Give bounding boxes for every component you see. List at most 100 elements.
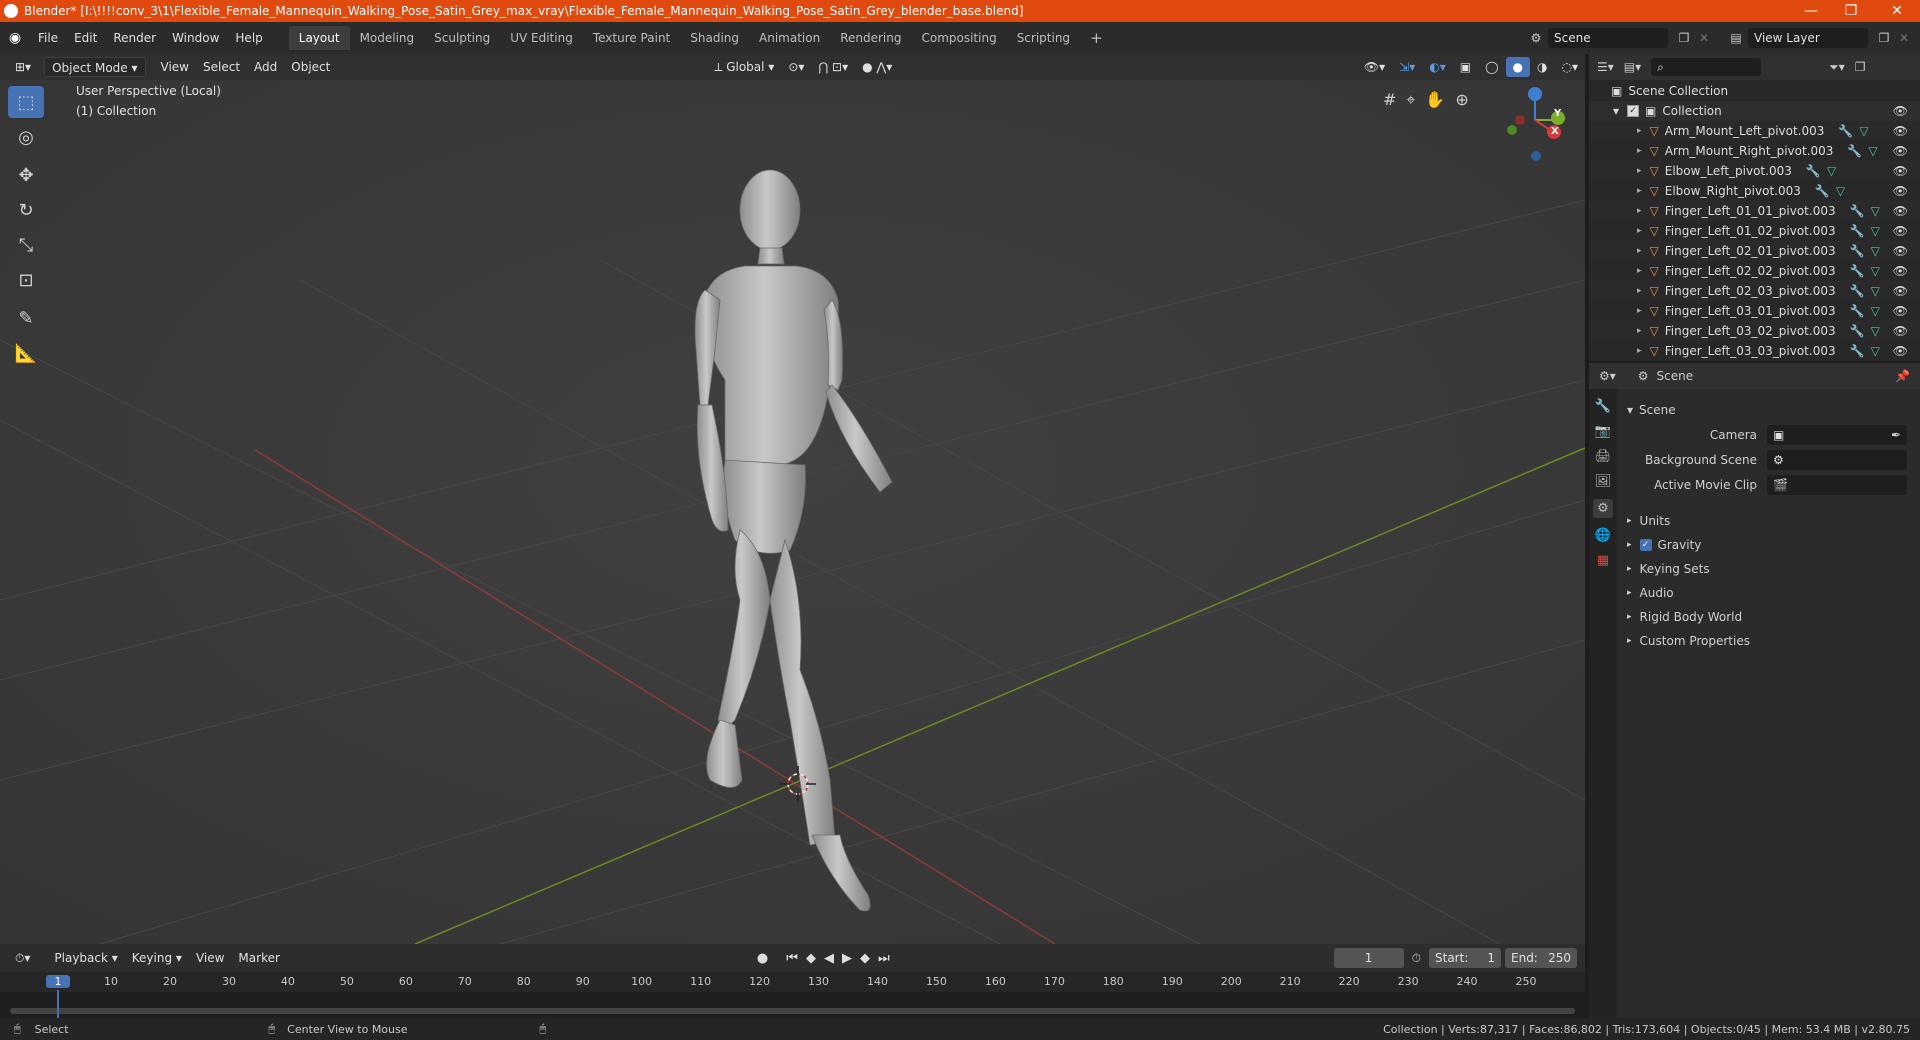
view-layer-icon[interactable]: ▤ — [1724, 31, 1748, 45]
prev-keyframe-icon[interactable]: ◆ — [806, 951, 816, 966]
modifier-wrench-icon[interactable]: 🔧 — [1850, 344, 1865, 358]
outliner-item[interactable]: ▸ ▽ Arm_Mount_Right_pivot.003 🔧 ▽ 👁 — [1589, 141, 1920, 161]
modifier-wrench-icon[interactable]: 🔧 — [1850, 204, 1865, 218]
visibility-eye-icon[interactable]: 👁 — [1893, 224, 1908, 238]
mesh-data-icon[interactable]: ▽ — [1836, 184, 1845, 198]
visibility-eye-icon[interactable]: 👁 — [1893, 184, 1908, 198]
view-layer-selector[interactable]: View Layer — [1748, 28, 1868, 48]
expand-arrow-icon[interactable]: ▸ — [1637, 346, 1642, 356]
new-collection-icon[interactable]: ❐ — [1855, 60, 1866, 74]
modifier-wrench-icon[interactable]: 🔧 — [1847, 144, 1862, 158]
properties-section[interactable]: ▸ Keying Sets — [1627, 558, 1920, 580]
transform-tool-icon[interactable]: ⊡ — [8, 264, 44, 296]
visibility-eye-icon[interactable]: 👁 — [1893, 344, 1908, 358]
menu-file[interactable]: File — [30, 27, 66, 49]
editor-type-icon[interactable]: ⊞▾ — [8, 57, 38, 77]
expand-arrow-icon[interactable]: ▸ — [1637, 206, 1642, 216]
toggle-grid-icon[interactable]: # — [1383, 90, 1396, 110]
annotate-tool-icon[interactable]: ✎ — [8, 302, 44, 334]
pin-icon[interactable]: 📌 — [1895, 369, 1910, 383]
tab-scripting[interactable]: Scripting — [1007, 26, 1080, 50]
background-scene-field[interactable]: ⚙ — [1767, 450, 1907, 470]
modifier-wrench-icon[interactable]: 🔧 — [1850, 304, 1865, 318]
outliner-item[interactable]: ▸ ▽ Finger_Left_02_02_pivot.003 🔧 ▽ 👁 — [1589, 261, 1920, 281]
modifier-wrench-icon[interactable]: 🔧 — [1806, 164, 1821, 178]
visibility-eye-icon[interactable]: 👁 — [1893, 164, 1908, 178]
tool-properties-icon[interactable]: 🔧 — [1595, 399, 1611, 414]
outliner-item[interactable]: ▸ ▽ Arm_Mount_Left_pivot.003 🔧 ▽ 👁 — [1589, 121, 1920, 141]
properties-section[interactable]: ▸ Units — [1627, 510, 1920, 532]
outliner-item[interactable]: ▸ ▽ Finger_Left_03_02_pivot.003 🔧 ▽ 👁 — [1589, 321, 1920, 341]
end-frame-field[interactable]: End: 250 — [1505, 948, 1577, 968]
scene-properties-icon[interactable]: ⚙ — [1593, 499, 1613, 518]
shading-material-icon[interactable]: ◑ — [1530, 57, 1554, 77]
scale-tool-icon[interactable]: ⤡ — [8, 229, 44, 261]
outliner-filter-icon[interactable]: ⏷▾ — [1829, 60, 1845, 75]
current-frame-field[interactable]: 1 — [1333, 948, 1404, 968]
overlay-icon[interactable]: ◐▾ — [1422, 57, 1453, 77]
jump-start-icon[interactable]: ⏮ — [786, 951, 798, 966]
mesh-data-icon[interactable]: ▽ — [1871, 204, 1880, 218]
measure-tool-icon[interactable]: 📐 — [8, 337, 44, 369]
next-keyframe-icon[interactable]: ◆ — [860, 951, 870, 966]
camera-view-icon[interactable]: ⌖ — [1406, 90, 1415, 110]
play-reverse-icon[interactable]: ◀ — [824, 951, 834, 966]
properties-section[interactable]: ▸ ✓ Gravity — [1627, 534, 1920, 556]
menu-edit[interactable]: Edit — [66, 27, 105, 49]
select-box-tool-icon[interactable]: ⬚ — [8, 86, 44, 118]
3d-viewport[interactable]: User Perspective (Local) (1) Collection … — [0, 80, 1585, 944]
rotate-tool-icon[interactable]: ↻ — [8, 194, 44, 226]
outliner-editor-type-icon[interactable]: ☰▾ — [1597, 60, 1614, 74]
shading-rendered-icon[interactable]: ◌▾ — [1555, 57, 1586, 77]
expand-arrow-icon[interactable]: ▸ — [1637, 146, 1642, 156]
expand-arrow-icon[interactable]: ▸ — [1637, 326, 1642, 336]
menu-select[interactable]: Select — [196, 57, 247, 77]
timeline-area[interactable]: 1 10 20 30 40 50 60 70 80 90 100 110 120 130 140 150 160… — [0, 972, 1585, 1018]
mesh-data-icon[interactable]: ▽ — [1871, 244, 1880, 258]
expand-arrow-icon[interactable]: ▾ — [1613, 104, 1619, 118]
modifier-wrench-icon[interactable]: 🔧 — [1838, 124, 1853, 138]
outliner-search-input[interactable]: ⌕ — [1651, 58, 1762, 76]
expand-arrow-icon[interactable]: ▸ — [1637, 166, 1642, 176]
visibility-eye-icon[interactable]: 👁 — [1893, 144, 1908, 158]
visibility-eye-icon[interactable]: 👁 — [1893, 244, 1908, 258]
view-layer-properties-icon[interactable]: 🖼 — [1595, 474, 1612, 489]
mesh-data-icon[interactable]: ▽ — [1871, 284, 1880, 298]
gravity-checkbox[interactable]: ✓ — [1639, 539, 1652, 551]
visibility-icon[interactable]: 👁▾ — [1357, 57, 1392, 77]
playhead-line[interactable] — [57, 990, 59, 1018]
zoom-icon[interactable]: ⊕ — [1455, 90, 1468, 110]
menu-view[interactable]: View — [154, 57, 196, 77]
jump-end-icon[interactable]: ⏭ — [878, 951, 890, 966]
menu-timeline-view[interactable]: View — [189, 948, 231, 968]
tab-layout[interactable]: Layout — [288, 26, 350, 50]
proportional-edit-icon[interactable]: ● ⋀▾ — [855, 57, 899, 77]
collection-checkbox[interactable]: ✓ — [1627, 105, 1640, 117]
blender-menu-icon[interactable]: ◉ — [0, 30, 30, 46]
shading-wireframe-icon[interactable]: ◯ — [1478, 57, 1505, 77]
snap-icon[interactable]: ⋂ ⊡▾ — [811, 57, 855, 77]
visibility-eye-icon[interactable]: 👁 — [1893, 304, 1908, 318]
properties-section[interactable]: ▸ Rigid Body World — [1627, 606, 1920, 628]
menu-render[interactable]: Render — [105, 27, 164, 49]
tab-texture-paint[interactable]: Texture Paint — [583, 26, 680, 50]
menu-keying[interactable]: Keying ▾ — [125, 948, 189, 968]
tab-sculpting[interactable]: Sculpting — [424, 26, 500, 50]
modifier-wrench-icon[interactable]: 🔧 — [1850, 264, 1865, 278]
visibility-eye-icon[interactable]: 👁 — [1893, 284, 1908, 298]
orientation-selector[interactable]: ⟂ Global ▾ — [707, 57, 781, 77]
outliner-scene-collection[interactable]: ▣ Scene Collection — [1589, 81, 1920, 101]
expand-arrow-icon[interactable]: ▸ — [1637, 306, 1642, 316]
expand-arrow-icon[interactable]: ▸ — [1637, 126, 1642, 136]
tab-compositing[interactable]: Compositing — [911, 26, 1006, 50]
tab-shading[interactable]: Shading — [680, 26, 749, 50]
outliner-item[interactable]: ▸ ▽ Finger_Left_01_02_pivot.003 🔧 ▽ 👁 — [1589, 221, 1920, 241]
delete-view-layer-icon[interactable]: ✕ — [1894, 31, 1914, 45]
mesh-data-icon[interactable]: ▽ — [1871, 324, 1880, 338]
modifier-wrench-icon[interactable]: 🔧 — [1850, 284, 1865, 298]
expand-arrow-icon[interactable]: ▸ — [1637, 286, 1642, 296]
modifier-wrench-icon[interactable]: 🔧 — [1850, 224, 1865, 238]
expand-arrow-icon[interactable]: ▸ — [1637, 226, 1642, 236]
modifier-wrench-icon[interactable]: 🔧 — [1815, 184, 1830, 198]
record-icon[interactable]: ● — [757, 951, 768, 966]
